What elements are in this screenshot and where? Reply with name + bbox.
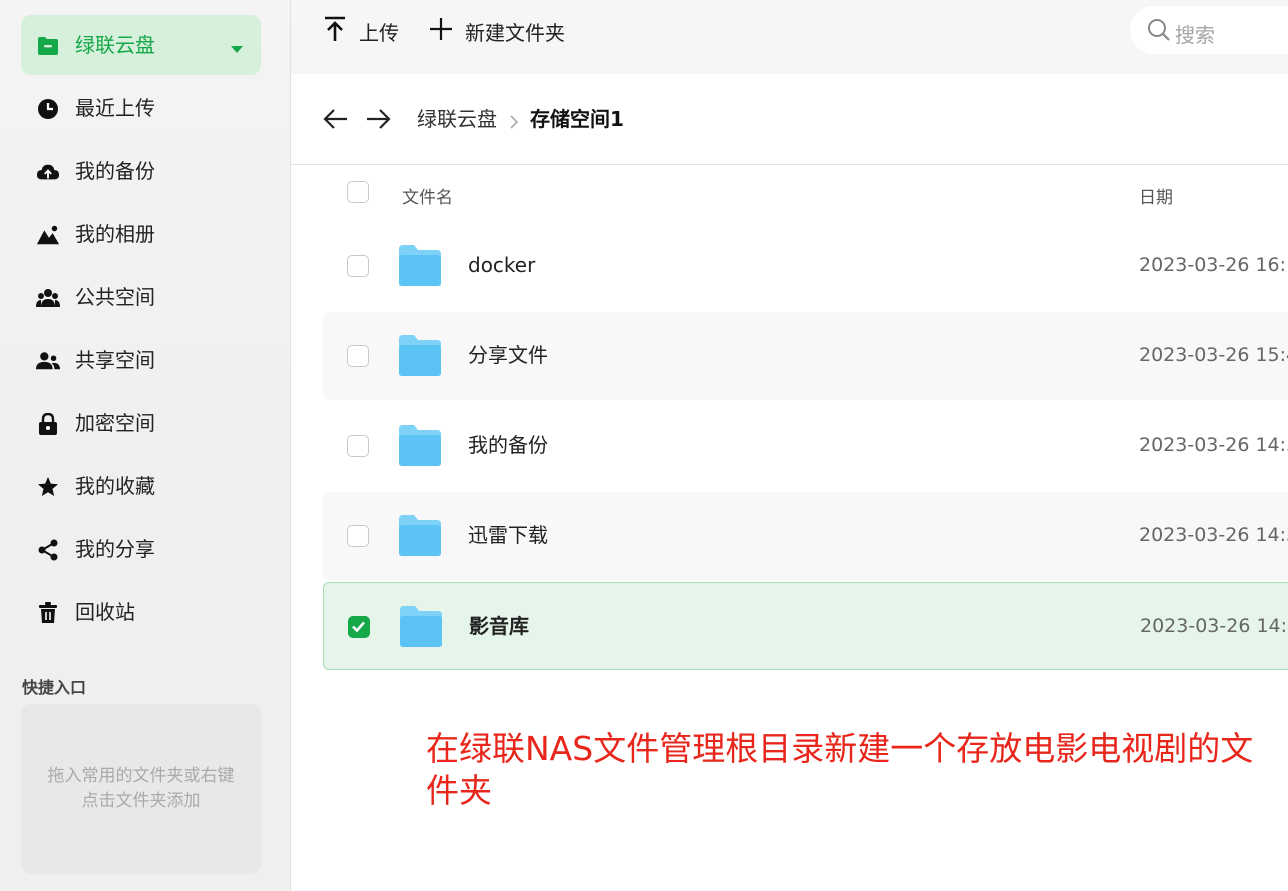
quick-access-hint: 拖入常用的文件夹或右键点击文件夹添加 xyxy=(47,766,235,811)
plus-icon xyxy=(429,17,453,45)
chevron-down-icon[interactable] xyxy=(231,39,243,58)
table-row[interactable]: 影音库 2023-03-26 14:4 xyxy=(323,582,1288,670)
folder-icon xyxy=(397,333,443,381)
sidebar-item-label: 我的分享 xyxy=(75,537,155,561)
file-name: 我的备份 xyxy=(468,433,548,457)
quick-access-title: 快捷入口 xyxy=(22,678,87,697)
sidebar-item-label: 回收站 xyxy=(75,600,135,624)
file-name: 迅雷下载 xyxy=(468,523,548,547)
table-row[interactable]: docker 2023-03-26 16:1 xyxy=(323,222,1288,310)
back-arrow-icon[interactable] xyxy=(323,107,349,135)
annotation-text: 在绿联NAS文件管理根目录新建一个存放电影电视剧的文件夹 xyxy=(426,729,1254,810)
sidebar-item-favorites[interactable]: 我的收藏 xyxy=(21,456,261,516)
sidebar-item-label: 绿联云盘 xyxy=(75,33,155,57)
row-checkbox[interactable] xyxy=(347,345,369,367)
sidebar-item-ugreen-cloud[interactable]: 绿联云盘 xyxy=(21,15,261,75)
sidebar-item-recent-uploads[interactable]: 最近上传 xyxy=(21,78,261,138)
file-name: 分享文件 xyxy=(468,343,548,367)
sidebar-item-label: 共享空间 xyxy=(75,348,155,372)
row-checkbox[interactable] xyxy=(347,435,369,457)
sidebar-item-label: 我的相册 xyxy=(75,222,155,246)
cloud-upload-icon xyxy=(36,160,60,184)
table-row[interactable]: 我的备份 2023-03-26 14:5 xyxy=(323,402,1288,490)
sidebar-item-label: 加密空间 xyxy=(75,411,155,435)
folder-icon xyxy=(36,34,60,58)
clock-icon xyxy=(36,97,60,121)
file-date: 2023-03-26 14:3 xyxy=(1139,524,1288,546)
sidebar: 绿联云盘 最近上传 我的备份 我的相册 公共空间 共享空间 加密空间 我的收藏 … xyxy=(0,0,291,891)
star-icon xyxy=(36,475,60,499)
chevron-right-icon xyxy=(509,110,519,136)
upload-button[interactable]: 上传 xyxy=(323,16,399,46)
row-checkbox[interactable] xyxy=(348,616,370,638)
sidebar-item-my-album[interactable]: 我的相册 xyxy=(21,204,261,264)
lock-icon xyxy=(36,412,60,436)
file-list-header: 文件名 日期 xyxy=(323,166,1288,222)
table-row[interactable]: 分享文件 2023-03-26 15:4 xyxy=(323,312,1288,400)
sidebar-item-recycle-bin[interactable]: 回收站 xyxy=(21,582,261,642)
sidebar-item-label: 公共空间 xyxy=(75,285,155,309)
file-date: 2023-03-26 15:4 xyxy=(1139,344,1288,366)
forward-arrow-icon[interactable] xyxy=(365,107,391,135)
users-icon xyxy=(36,349,60,373)
mountain-photo-icon xyxy=(36,223,60,247)
select-all-checkbox[interactable] xyxy=(347,181,369,203)
file-date: 2023-03-26 16:1 xyxy=(1139,254,1288,276)
new-folder-label: 新建文件夹 xyxy=(465,20,565,45)
breadcrumb-root[interactable]: 绿联云盘 xyxy=(417,106,497,132)
upload-label: 上传 xyxy=(359,20,399,45)
table-row[interactable]: 迅雷下载 2023-03-26 14:3 xyxy=(323,492,1288,580)
check-icon xyxy=(352,621,365,633)
new-folder-button[interactable]: 新建文件夹 xyxy=(429,16,565,46)
sidebar-item-label: 我的收藏 xyxy=(75,474,155,498)
upload-icon xyxy=(323,16,347,46)
folder-icon xyxy=(398,604,444,652)
share-icon xyxy=(36,538,60,562)
file-name: docker xyxy=(468,253,536,277)
search-placeholder: 搜索 xyxy=(1175,23,1215,47)
folder-icon xyxy=(397,423,443,471)
sidebar-item-label: 我的备份 xyxy=(75,159,155,183)
column-header-name[interactable]: 文件名 xyxy=(402,183,453,208)
search-input[interactable]: 搜索 xyxy=(1130,6,1288,54)
file-date: 2023-03-26 14:4 xyxy=(1140,615,1288,637)
column-header-date[interactable]: 日期 xyxy=(1139,183,1173,208)
sidebar-item-my-shares[interactable]: 我的分享 xyxy=(21,519,261,579)
row-checkbox[interactable] xyxy=(347,255,369,277)
sidebar-item-public-space[interactable]: 公共空间 xyxy=(21,267,261,327)
breadcrumb-current: 存储空间1 xyxy=(530,107,624,131)
sidebar-item-encrypted-space[interactable]: 加密空间 xyxy=(21,393,261,453)
file-date: 2023-03-26 14:5 xyxy=(1139,434,1288,456)
sidebar-item-shared-space[interactable]: 共享空间 xyxy=(21,330,261,390)
folder-icon xyxy=(397,513,443,561)
file-name: 影音库 xyxy=(469,614,529,638)
row-checkbox[interactable] xyxy=(347,525,369,547)
search-icon xyxy=(1147,18,1171,46)
breadcrumb: 绿联云盘 存储空间1 xyxy=(291,74,1288,165)
trash-icon xyxy=(36,601,60,625)
sidebar-item-my-backup[interactable]: 我的备份 xyxy=(21,141,261,201)
sidebar-item-label: 最近上传 xyxy=(75,96,155,120)
quick-access-dropzone[interactable]: 拖入常用的文件夹或右键点击文件夹添加 xyxy=(21,704,261,874)
group-icon xyxy=(36,286,60,310)
folder-icon xyxy=(397,243,443,291)
